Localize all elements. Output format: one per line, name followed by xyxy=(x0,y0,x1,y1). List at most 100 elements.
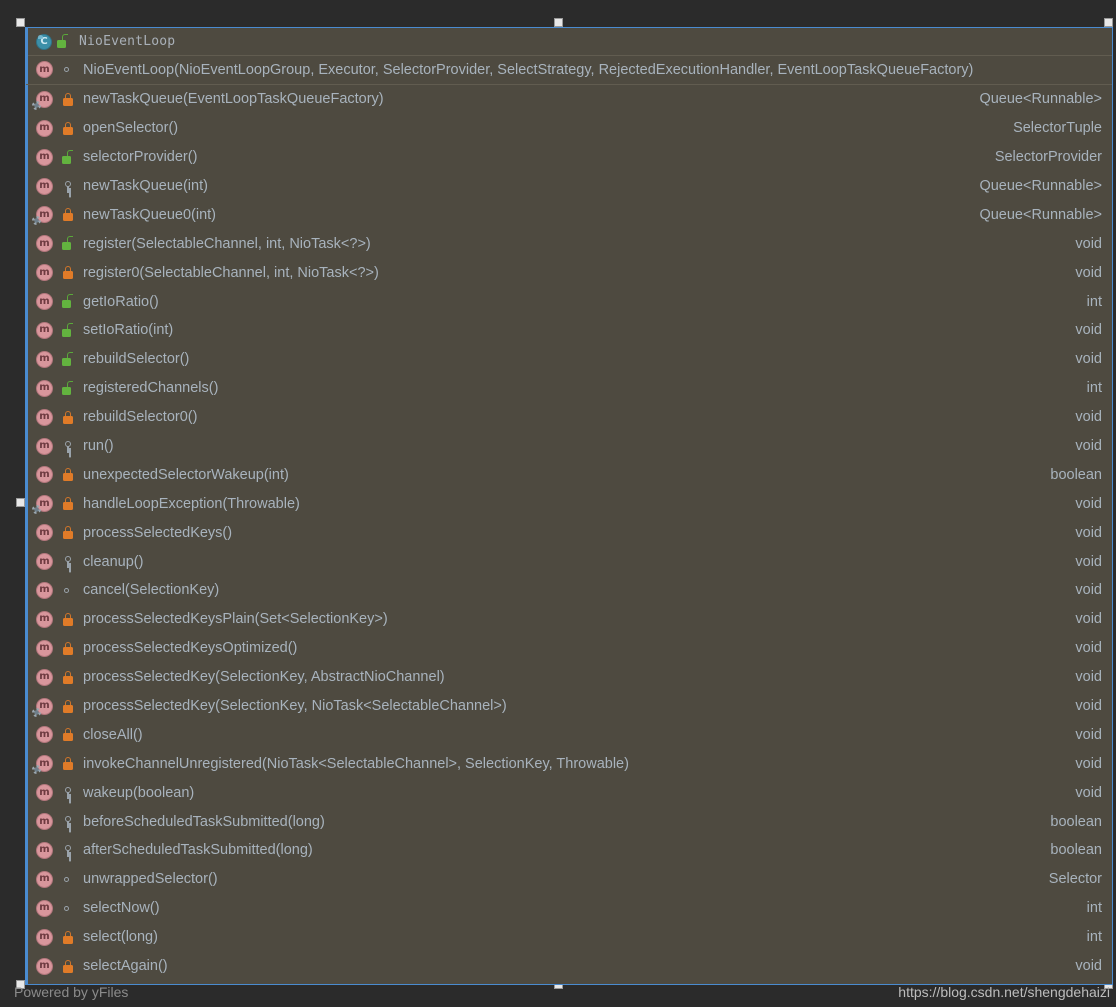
class-member-row[interactable]: m rebuildSelector0() void xyxy=(26,403,1112,432)
private-lock-icon xyxy=(61,929,75,946)
member-return-type-label: SelectorProvider xyxy=(994,149,1102,166)
member-signature-label: newTaskQueue(EventLoopTaskQueueFactory) xyxy=(83,91,384,108)
package-private-key-icon xyxy=(61,178,75,195)
member-signature-label: processSelectedKeys() xyxy=(83,524,233,541)
member-signature-label: selectAgain() xyxy=(83,958,168,975)
private-lock-icon xyxy=(61,524,75,541)
package-private-key-icon xyxy=(61,813,75,830)
member-return-type-label: boolean xyxy=(1050,842,1102,859)
member-signature-label: run() xyxy=(83,438,114,455)
class-member-row[interactable]: m handleLoopException(Throwable) void xyxy=(26,489,1112,518)
member-signature-label: setIoRatio(int) xyxy=(83,322,174,339)
member-signature-label: unwrappedSelector() xyxy=(83,871,218,888)
class-member-row[interactable]: m setIoRatio(int) void xyxy=(26,316,1112,345)
selection-handle-middle-left[interactable] xyxy=(16,498,25,507)
class-member-row[interactable]: m selectAgain() void xyxy=(26,952,1112,981)
class-member-row[interactable]: m newTaskQueue(int) Queue<Runnable> xyxy=(26,172,1112,201)
class-member-row[interactable]: m unexpectedSelectorWakeup(int) boolean xyxy=(26,460,1112,489)
member-return-type-label: void xyxy=(1075,264,1102,281)
private-lock-icon xyxy=(61,958,75,975)
member-return-type-label: void xyxy=(1075,640,1102,657)
diagram-canvas[interactable]: C NioEventLoop m NioEventLoop(NioEventLoo… xyxy=(0,0,1116,1007)
class-member-row[interactable]: m select(long) int xyxy=(26,923,1112,952)
method-icon: m xyxy=(36,553,53,571)
unlocked-padlock-icon xyxy=(56,33,70,50)
class-member-row[interactable]: m processSelectedKey(SelectionKey, Abstra… xyxy=(26,663,1112,692)
class-member-row[interactable]: m closeAll() void xyxy=(26,720,1112,749)
package-private-key-icon xyxy=(61,553,75,570)
package-private-key-icon xyxy=(61,784,75,801)
member-signature-label: rebuildSelector() xyxy=(83,351,190,368)
class-member-row[interactable]: m register(SelectableChannel, int, NioTas… xyxy=(26,229,1112,258)
class-member-row[interactable]: m processSelectedKey(SelectionKey, NioTas… xyxy=(26,692,1112,721)
member-signature-label: cancel(SelectionKey) xyxy=(83,582,220,599)
member-return-type-label: void xyxy=(1075,235,1102,252)
member-signature-label: select(long) xyxy=(83,929,158,946)
member-return-type-label: Queue<Runnable> xyxy=(979,178,1102,194)
member-return-type-label: boolean xyxy=(1050,813,1102,830)
class-members-list[interactable]: m NioEventLoop(NioEventLoopGroup, Executo… xyxy=(26,56,1112,981)
method-icon: m xyxy=(36,726,53,744)
uml-class-node[interactable]: C NioEventLoop m NioEventLoop(NioEventLoo… xyxy=(25,27,1113,985)
member-return-type-label: int xyxy=(1086,380,1102,397)
member-return-type-label: void xyxy=(1075,784,1102,801)
member-signature-label: NioEventLoop(NioEventLoopGroup, Executor… xyxy=(83,61,974,78)
watermark-url: https://blog.csdn.net/shengdehaizi xyxy=(898,984,1110,1000)
member-signature-label: register(SelectableChannel, int, NioTask… xyxy=(83,235,371,252)
class-member-row[interactable]: m invokeChannelUnregistered(NioTask<Selec… xyxy=(26,749,1112,778)
method-icon: m xyxy=(36,581,53,599)
class-member-row[interactable]: m getIoRatio() int xyxy=(26,287,1112,316)
selection-handle-bottom-left[interactable] xyxy=(16,980,25,989)
private-lock-icon xyxy=(61,264,75,281)
public-visibility-icon xyxy=(61,582,75,599)
member-return-type-label: void xyxy=(1075,524,1102,541)
class-member-row[interactable]: m rebuildSelector() void xyxy=(26,345,1112,374)
class-member-row[interactable]: m newTaskQueue0(int) Queue<Runnable> xyxy=(26,200,1112,229)
method-overridden-icon: m xyxy=(32,755,53,775)
method-icon: m xyxy=(36,928,53,946)
selection-handle-top-left[interactable] xyxy=(16,18,25,27)
member-return-type-label: Queue<Runnable> xyxy=(979,206,1102,223)
class-member-row[interactable]: m newTaskQueue(EventLoopTaskQueueFactory)… xyxy=(26,85,1112,114)
class-member-row[interactable]: m processSelectedKeysPlain(Set<SelectionK… xyxy=(26,605,1112,634)
class-member-row[interactable]: m registeredChannels() int xyxy=(26,374,1112,403)
selection-handle-top-center[interactable] xyxy=(554,18,563,27)
member-signature-label: unexpectedSelectorWakeup(int) xyxy=(83,466,289,483)
class-member-row[interactable]: m unwrappedSelector() Selector xyxy=(26,865,1112,894)
class-member-row[interactable]: m NioEventLoop(NioEventLoopGroup, Executo… xyxy=(26,56,1112,85)
protected-unlocked-icon xyxy=(61,149,75,166)
class-member-row[interactable]: m run() void xyxy=(26,432,1112,461)
class-member-row[interactable]: m selectorProvider() SelectorProvider xyxy=(26,143,1112,172)
private-lock-icon xyxy=(61,698,75,715)
method-icon: m xyxy=(36,293,53,311)
public-visibility-icon xyxy=(61,900,75,917)
class-member-row[interactable]: m beforeScheduledTaskSubmitted(long) boole… xyxy=(26,807,1112,836)
private-lock-icon xyxy=(61,91,75,108)
class-member-row[interactable]: m processSelectedKeys() void xyxy=(26,518,1112,547)
class-header[interactable]: C NioEventLoop xyxy=(26,28,1112,56)
class-member-row[interactable]: m openSelector() SelectorTuple xyxy=(26,114,1112,143)
class-member-row[interactable]: m selectNow() int xyxy=(26,894,1112,923)
method-icon: m xyxy=(36,177,53,195)
class-member-row[interactable]: m register0(SelectableChannel, int, NioTa… xyxy=(26,258,1112,287)
class-member-row[interactable]: m cancel(SelectionKey) void xyxy=(26,576,1112,605)
class-member-row[interactable]: m afterScheduledTaskSubmitted(long) boolea… xyxy=(26,836,1112,865)
private-lock-icon xyxy=(61,120,75,137)
member-signature-label: invokeChannelUnregistered(NioTask<Select… xyxy=(83,755,629,772)
member-return-type-label: void xyxy=(1075,582,1102,599)
protected-unlocked-icon xyxy=(61,380,75,397)
method-icon: m xyxy=(36,437,53,455)
class-member-row[interactable]: m processSelectedKeysOptimized() void xyxy=(26,634,1112,663)
selection-handle-top-right[interactable] xyxy=(1104,18,1113,27)
member-return-type-label: void xyxy=(1075,322,1102,339)
class-member-row[interactable]: m cleanup() void xyxy=(26,547,1112,576)
method-icon: m xyxy=(36,957,53,975)
private-lock-icon xyxy=(61,669,75,686)
powered-by-label: Powered by yFiles xyxy=(14,984,129,1000)
class-member-row[interactable]: m wakeup(boolean) void xyxy=(26,778,1112,807)
member-signature-label: cleanup() xyxy=(83,553,144,570)
member-return-type-label: int xyxy=(1086,929,1102,946)
method-icon: m xyxy=(36,841,53,859)
member-return-type-label: void xyxy=(1075,611,1102,628)
method-icon: m xyxy=(36,408,53,426)
